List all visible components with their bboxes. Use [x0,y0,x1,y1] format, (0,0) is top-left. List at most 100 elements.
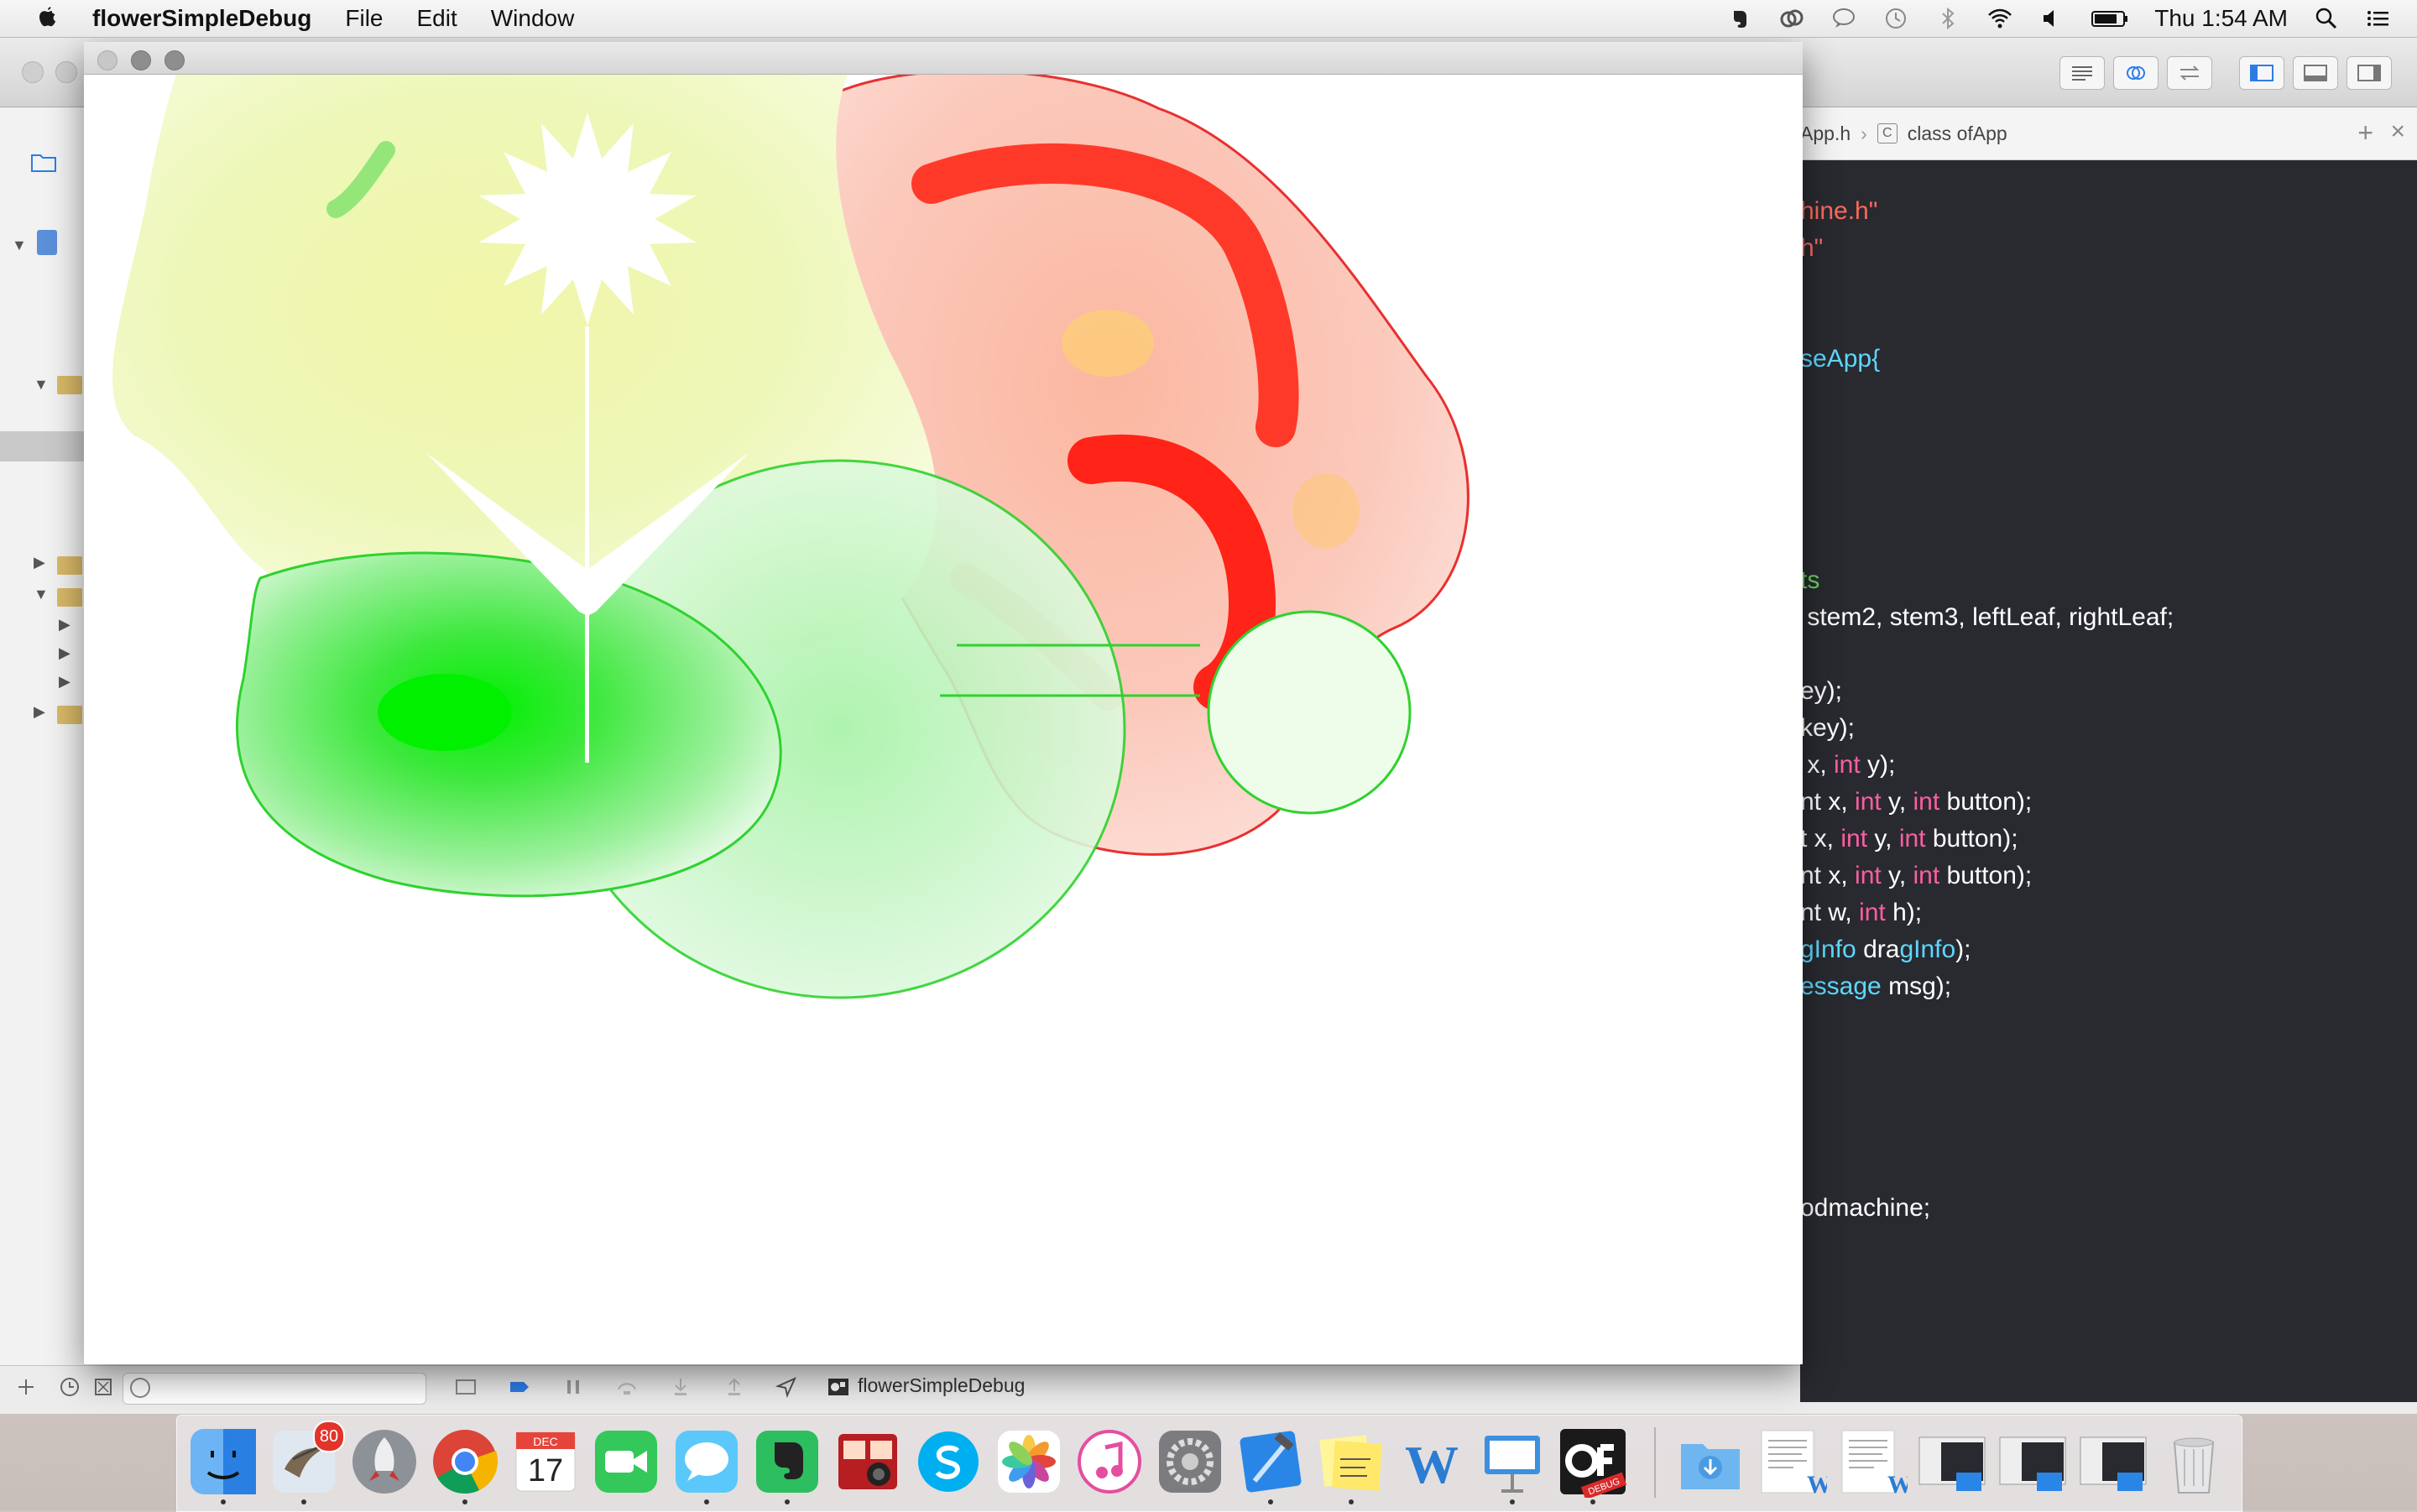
disclosure-triangle-icon[interactable]: ▼ [34,376,49,394]
jump-bar-symbol[interactable]: class ofApp [1908,123,2007,145]
code-line[interactable]: essage msg); [1800,972,1951,1001]
code-line[interactable]: ey); [1800,677,1842,706]
notification-center-icon[interactable] [2365,6,2392,31]
photos-icon[interactable] [993,1426,1065,1498]
close-button[interactable] [22,61,44,83]
spotlight-search-icon[interactable] [2313,6,2340,31]
menu-file[interactable]: File [345,5,383,32]
chrome-icon[interactable] [429,1426,501,1504]
disclosure-triangle-icon[interactable]: ▶ [59,616,70,633]
minimize-button[interactable] [55,61,77,83]
code-line[interactable]: nt x, int y, int button); [1800,788,2032,816]
project-file-icon[interactable] [37,230,57,255]
disclosure-triangle-icon[interactable]: ▶ [59,644,70,662]
trash-icon[interactable] [2158,1426,2230,1498]
close-button[interactable] [97,50,117,70]
disclosure-triangle-icon[interactable]: ▼ [12,237,27,254]
system-preferences-icon[interactable] [1154,1426,1226,1498]
assistant-editor-button[interactable] [2113,56,2159,90]
toggle-navigator-button[interactable] [2239,56,2284,90]
step-out-icon[interactable] [722,1374,747,1400]
code-line[interactable]: key); [1800,714,1855,743]
skype-icon[interactable] [912,1426,984,1498]
folder-icon[interactable] [57,706,82,724]
calendar-icon[interactable]: DEC 17 [509,1426,582,1498]
battery-icon[interactable] [2091,6,2129,31]
volume-icon[interactable] [2039,6,2065,31]
code-line[interactable]: nt w, int h); [1800,899,1922,927]
wifi-icon[interactable] [1986,6,2013,31]
hide-debug-area-icon[interactable] [453,1374,478,1400]
standard-editor-button[interactable] [2059,56,2105,90]
menu-edit[interactable]: Edit [417,5,457,32]
disclosure-triangle-icon[interactable]: ▶ [34,554,45,571]
navigator-filter-field[interactable] [123,1373,426,1405]
toggle-utilities-button[interactable] [2347,56,2392,90]
simulate-location-icon[interactable] [774,1374,799,1400]
evernote-status-icon[interactable] [1726,6,1753,31]
filter-icon[interactable] [91,1374,116,1400]
step-over-icon[interactable] [614,1374,639,1400]
menu-clock[interactable]: Thu 1:54 AM [2154,5,2288,32]
folder-icon[interactable] [57,376,82,394]
folder-icon[interactable] [57,588,82,607]
chat-bubble-icon[interactable] [1830,6,1857,31]
facetime-icon[interactable] [590,1426,662,1498]
stickies-icon[interactable] [1315,1426,1387,1504]
launchpad-icon[interactable] [348,1426,420,1498]
code-line[interactable]: odmachine; [1800,1194,1930,1223]
minimize-button[interactable] [131,50,151,70]
code-line[interactable]: h" [1800,234,1823,263]
close-editor-icon[interactable]: × [2390,117,2405,146]
mail-icon[interactable]: 80 [268,1421,345,1504]
code-line[interactable]: gInfo dragInfo); [1800,936,1971,964]
evernote-icon[interactable] [751,1426,823,1504]
code-line[interactable]: nt x, int y, int button); [1800,862,2032,890]
creative-cloud-icon[interactable] [1778,6,1805,31]
render-canvas[interactable] [84,75,1803,1364]
toggle-debug-area-button[interactable] [2293,56,2338,90]
debug-target-label[interactable]: flowerSimpleDebug [858,1374,1025,1397]
apple-menu-icon[interactable] [32,3,62,34]
disclosure-triangle-icon[interactable]: ▶ [34,703,45,721]
disclosure-triangle-icon[interactable]: ▶ [59,673,70,691]
add-editor-icon[interactable]: + [2357,117,2373,149]
word-icon[interactable]: W [1396,1426,1468,1498]
itunes-icon[interactable] [1073,1426,1146,1498]
photo-booth-icon[interactable] [832,1426,904,1498]
xcode-window-thumbnail-icon[interactable] [1916,1426,1988,1498]
code-editor[interactable]: hine.h" h" seApp{ ts stem2, stem3, leftL… [1800,160,2417,1402]
document-thumbnail-icon[interactable]: W [1835,1426,1913,1499]
disclosure-triangle-icon[interactable]: ▼ [34,586,49,603]
code-line[interactable]: ts [1800,566,1819,595]
bluetooth-icon[interactable] [1934,6,1961,31]
xcode-window-thumbnail-icon[interactable] [1997,1426,2069,1498]
app-window-titlebar[interactable] [84,42,1803,75]
xcode-window-thumbnail-icon[interactable] [2077,1426,2149,1498]
pause-icon[interactable] [561,1374,586,1400]
messages-icon[interactable] [671,1426,743,1504]
add-icon[interactable] [13,1374,39,1400]
jump-bar-file[interactable]: App.h [1800,123,1851,145]
menu-window[interactable]: Window [491,5,575,32]
code-line[interactable]: t x, int y, int button); [1800,825,2018,853]
keynote-icon[interactable] [1476,1426,1548,1504]
app-name-menu[interactable]: flowerSimpleDebug [92,5,311,32]
time-machine-icon[interactable] [1882,6,1909,31]
code-line[interactable]: stem2, stem3, leftLeaf, rightLeaf; [1800,603,2174,632]
breakpoints-toggle-icon[interactable] [507,1374,532,1400]
version-editor-button[interactable] [2167,56,2212,90]
code-line[interactable]: seApp{ [1800,345,1880,373]
selection-row[interactable] [0,431,84,461]
code-line[interactable]: hine.h" [1800,197,1877,226]
step-into-icon[interactable] [668,1374,693,1400]
zoom-button[interactable] [164,50,185,70]
document-thumbnail-icon[interactable]: W [1755,1426,1832,1499]
folder-icon[interactable] [57,556,82,575]
code-line[interactable]: x, int y); [1800,751,1895,779]
recent-files-icon[interactable] [57,1374,82,1400]
openframeworks-debug-icon[interactable]: DEBUG [1557,1426,1629,1504]
downloads-folder-icon[interactable] [1674,1426,1746,1498]
xcode-icon[interactable] [1235,1426,1307,1504]
finder-icon[interactable] [187,1426,259,1504]
